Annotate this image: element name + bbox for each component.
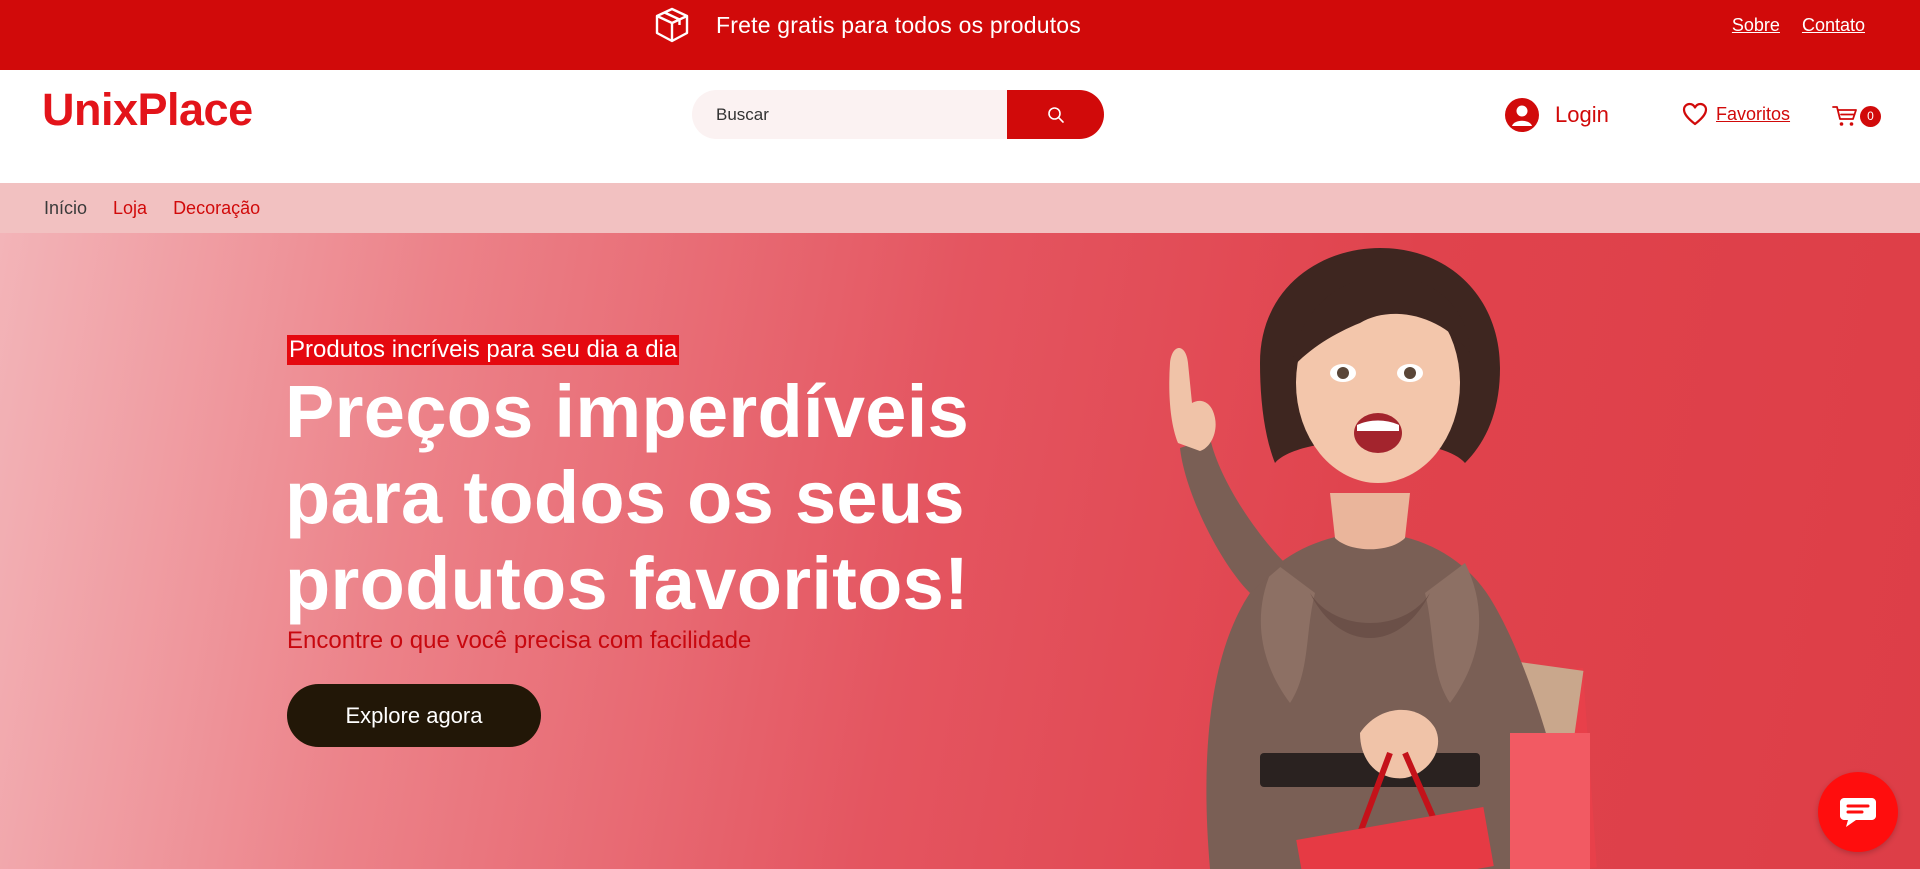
- top-links: Sobre Contato: [1732, 0, 1865, 50]
- search-button[interactable]: [1007, 90, 1104, 139]
- search-icon: [1047, 106, 1064, 123]
- box-icon: [655, 7, 689, 43]
- hero-woman-image: [1169, 248, 1597, 869]
- login-button[interactable]: Login: [1505, 98, 1609, 132]
- favorites-label: Favoritos: [1716, 103, 1791, 124]
- favorites-link[interactable]: Favoritos: [1682, 102, 1790, 126]
- site-header: UnixPlace Login Favoritos: [0, 70, 1920, 183]
- hero-kicker: Produtos incríveis para seu dia a dia: [287, 335, 680, 365]
- cart-icon: [1832, 106, 1857, 126]
- promo-message: Frete gratis para todos os produtos: [652, 0, 1081, 50]
- hero-subline: Encontre o que você precisa com facilida…: [287, 627, 752, 654]
- hero-headline: Preços imperdíveis para todos os seus pr…: [285, 370, 970, 625]
- search-input[interactable]: [692, 90, 1007, 139]
- chat-button[interactable]: [1818, 772, 1898, 852]
- heart-icon: [1682, 102, 1708, 126]
- cart-count-badge: 0: [1860, 105, 1881, 127]
- login-label: Login: [1555, 102, 1609, 127]
- hero-banner: Produtos incríveis para seu dia a dia Pr…: [0, 233, 1920, 869]
- site-logo[interactable]: UnixPlace: [42, 84, 253, 136]
- about-link[interactable]: Sobre: [1732, 15, 1780, 36]
- promo-bar: Frete gratis para todos os produtos Sobr…: [0, 0, 1920, 70]
- contact-link[interactable]: Contato: [1802, 15, 1865, 36]
- promo-text: Frete gratis para todos os produtos: [716, 11, 1081, 38]
- explore-button[interactable]: Explore agora: [287, 684, 541, 747]
- search-bar: [692, 90, 1104, 139]
- cart-button[interactable]: 0: [1832, 104, 1881, 128]
- nav-item-inicio[interactable]: Início: [44, 198, 87, 219]
- nav-item-decoracao[interactable]: Decoração: [173, 198, 260, 219]
- nav-item-loja[interactable]: Loja: [113, 198, 147, 219]
- chat-icon: [1840, 798, 1876, 827]
- user-icon: [1505, 98, 1539, 132]
- main-nav: Início Loja Decoração: [0, 183, 1920, 233]
